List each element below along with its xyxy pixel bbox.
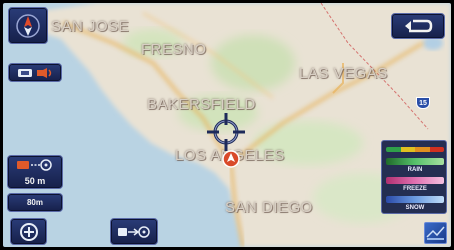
map-layer-button[interactable] bbox=[8, 63, 62, 82]
city-label-fresno: FRESNO bbox=[141, 41, 207, 58]
legend-swatch-green bbox=[386, 147, 401, 152]
navigation-screen: SAN JOSE FRESNO LAS VEGAS BAKERSFIELD LO… bbox=[0, 0, 454, 250]
return-arrow-icon bbox=[405, 19, 433, 33]
map-layer-icon bbox=[18, 67, 52, 78]
route-icon bbox=[118, 225, 150, 238]
legend-swatch-orange bbox=[415, 147, 430, 152]
legend-label-snow: SNOW bbox=[405, 205, 425, 211]
scale-value: 50 m bbox=[24, 176, 46, 186]
zoom-button[interactable] bbox=[10, 218, 47, 245]
legend-color-bar bbox=[386, 147, 444, 152]
city-label-san-jose: SAN JOSE bbox=[51, 18, 130, 35]
legend-swatch-yellow bbox=[400, 147, 415, 152]
scale-button[interactable]: 50 m bbox=[7, 155, 63, 189]
crosshair-icon[interactable] bbox=[206, 112, 246, 152]
corner-map-button[interactable] bbox=[424, 222, 447, 244]
scale-unit-text: 80m bbox=[26, 198, 43, 207]
legend-bar-rain bbox=[386, 158, 444, 165]
legend-bar-freeze bbox=[386, 177, 444, 184]
position-marker-icon bbox=[222, 150, 240, 168]
legend-bar-snow bbox=[386, 196, 444, 203]
weather-legend: RAIN FREEZE SNOW bbox=[381, 140, 447, 214]
compass-icon bbox=[16, 13, 40, 38]
scale-icon bbox=[17, 159, 52, 171]
back-button[interactable] bbox=[391, 13, 445, 39]
route-button[interactable] bbox=[110, 218, 158, 245]
city-label-las-vegas: LAS VEGAS bbox=[299, 65, 388, 82]
zoom-icon bbox=[19, 222, 38, 241]
highway-shield-number: 15 bbox=[419, 99, 427, 107]
highway-shield-icon: 15 bbox=[416, 97, 430, 109]
corner-map-icon bbox=[426, 226, 445, 240]
compass-button[interactable] bbox=[8, 7, 48, 44]
city-label-san-diego: SAN DIEGO bbox=[225, 199, 313, 216]
city-label-bakersfield: BAKERSFIELD bbox=[147, 96, 256, 113]
legend-label-freeze: FREEZE bbox=[403, 186, 427, 192]
legend-swatch-red bbox=[429, 147, 444, 152]
scale-unit-label: 80m bbox=[7, 193, 63, 212]
legend-label-rain: RAIN bbox=[407, 167, 423, 173]
